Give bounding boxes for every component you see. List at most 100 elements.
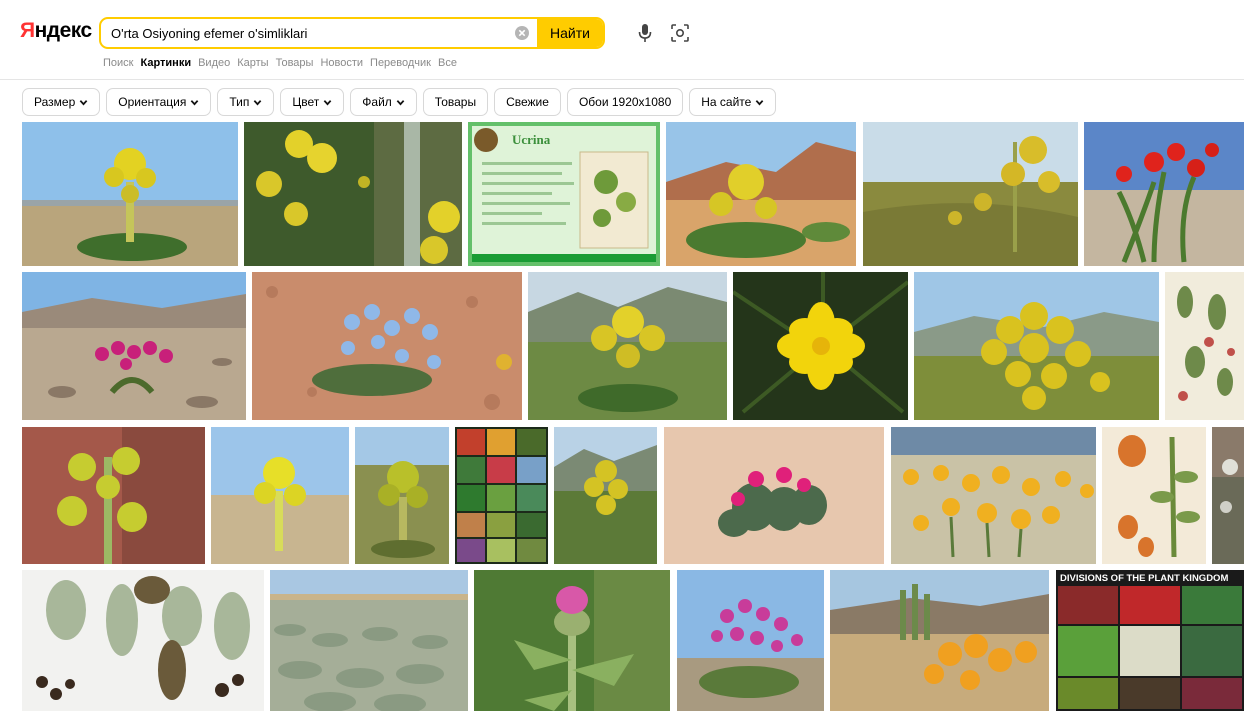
desert-ferula-image — [666, 122, 856, 266]
desert-poppies-image — [830, 570, 1049, 711]
image-thumbnail[interactable] — [863, 122, 1078, 266]
filter-label: Свежие — [506, 95, 549, 109]
filter-button-1[interactable]: Ориентация — [106, 88, 212, 116]
image-thumbnail[interactable]: DIVISIONS OF THE PLANT KINGDOM — [1056, 570, 1244, 711]
yandex-images-page: Яндекс Найти ПоискКарти — [0, 0, 1244, 711]
header: Яндекс Найти ПоискКарти — [0, 0, 1244, 80]
plant-collage-image — [455, 427, 548, 564]
image-thumbnail[interactable] — [252, 272, 522, 420]
filter-button-0[interactable]: Размер — [22, 88, 101, 116]
chevron-down-icon — [323, 99, 332, 105]
voice-search-button[interactable] — [634, 22, 656, 44]
filter-label: Ориентация — [118, 95, 187, 109]
nav-item-7[interactable]: Все — [438, 57, 457, 69]
mountain-meadow-image — [554, 427, 657, 564]
filter-button-7[interactable]: Обои 1920x1080 — [566, 88, 684, 116]
microphone-icon — [638, 24, 652, 42]
plant-kingdom-poster-image: DIVISIONS OF THE PLANT KINGDOM — [1056, 570, 1244, 711]
image-thumbnail[interactable] — [528, 272, 727, 420]
image-thumbnail[interactable] — [22, 272, 246, 420]
yandex-logo[interactable]: Яндекс — [20, 19, 92, 43]
image-thumbnail[interactable] — [1102, 427, 1206, 564]
image-thumbnail[interactable] — [914, 272, 1159, 420]
filter-bar: Размер Ориентация Тип Цвет Файл Товары Свежие О… — [22, 88, 777, 116]
pink-flowers-bush-image — [677, 570, 824, 711]
image-search-button[interactable] — [669, 22, 691, 44]
image-thumbnail[interactable] — [22, 570, 264, 711]
filter-button-2[interactable]: Тип — [217, 88, 275, 116]
image-thumbnail[interactable] — [355, 427, 449, 564]
nav-item-1[interactable]: Картинки — [140, 57, 191, 69]
image-thumbnail[interactable] — [1165, 272, 1244, 420]
yellow-umbels-image — [244, 122, 462, 266]
image-thumbnail[interactable] — [1084, 122, 1244, 266]
image-thumbnail[interactable] — [1212, 427, 1244, 564]
red-tulips-image — [1084, 122, 1244, 266]
magenta-desert-flowers-image — [22, 272, 246, 420]
image-thumbnail[interactable] — [22, 122, 238, 266]
image-thumbnail[interactable] — [22, 427, 205, 564]
filter-label: Обои 1920x1080 — [578, 95, 672, 109]
chevron-down-icon — [191, 99, 199, 105]
find-button[interactable]: Найти — [537, 19, 603, 47]
nav-item-5[interactable]: Новости — [320, 57, 363, 69]
filter-label: На сайте — [701, 95, 752, 109]
nav-item-4[interactable]: Товары — [276, 57, 314, 69]
chevron-down-icon — [79, 99, 88, 105]
yellow-adonis-image — [733, 272, 908, 420]
filter-label: Цвет — [292, 95, 320, 109]
filter-button-4[interactable]: Файл — [350, 88, 417, 116]
filter-button-3[interactable]: Цвет — [280, 88, 345, 116]
image-thumbnail[interactable] — [664, 427, 884, 564]
image-thumbnail[interactable] — [455, 427, 548, 564]
image-thumbnail[interactable] — [677, 570, 824, 711]
filter-button-5[interactable]: Товары — [422, 88, 489, 116]
dried-herbs-image — [22, 570, 264, 711]
chevron-down-icon — [756, 99, 764, 105]
filter-label: Тип — [229, 95, 250, 109]
blue-flowers-image — [252, 272, 522, 420]
clear-search-button[interactable] — [507, 19, 537, 47]
search-input[interactable] — [101, 19, 507, 47]
botanical-plate-image — [1165, 272, 1244, 420]
thistle-image — [474, 570, 670, 711]
yellow-tulips-field-image — [891, 427, 1096, 564]
nav-item-6[interactable]: Переводчик — [370, 57, 431, 69]
image-thumbnail[interactable] — [554, 427, 657, 564]
steppe-ferula-image — [211, 427, 349, 564]
camera-scan-icon — [671, 24, 689, 42]
search-nav: Поиск Картинки Видео Карты Товары Новости Пере… — [103, 57, 457, 69]
image-thumbnail[interactable] — [474, 570, 670, 711]
image-thumbnail[interactable] — [211, 427, 349, 564]
sagebrush-field-image — [270, 570, 468, 711]
nav-item-2[interactable]: Видео — [198, 57, 230, 69]
image-thumbnail[interactable] — [666, 122, 856, 266]
image-thumbnail[interactable] — [733, 272, 908, 420]
hillside-ferula-image — [914, 272, 1159, 420]
image-thumbnail[interactable] — [244, 122, 462, 266]
image-thumbnail[interactable]: Ucrina — [468, 122, 660, 266]
mountain-ferula-image — [528, 272, 727, 420]
filter-button-8[interactable]: На сайте — [689, 88, 777, 116]
search-box: Найти — [99, 17, 605, 49]
ferula-field-image — [355, 427, 449, 564]
chevron-down-icon — [254, 99, 262, 105]
filter-label: Размер — [34, 95, 76, 109]
tulip-illustration-image — [1102, 427, 1206, 564]
ferula-closeup-image — [22, 427, 205, 564]
flowering-steppe-image — [863, 122, 1078, 266]
filter-label: Товары — [434, 95, 477, 109]
clear-icon — [515, 26, 529, 40]
ferula-plant-image — [22, 122, 238, 266]
botanical-slide-image: Ucrina — [468, 122, 660, 266]
svg-text:Ucrina: Ucrina — [512, 132, 551, 147]
nav-item-0[interactable]: Поиск — [103, 57, 133, 69]
chevron-down-icon — [396, 99, 405, 105]
filter-button-6[interactable]: Свежие — [494, 88, 561, 116]
cactus-flowers-image — [664, 427, 884, 564]
image-thumbnail[interactable] — [830, 570, 1049, 711]
image-thumbnail[interactable] — [270, 570, 468, 711]
cropped-plant-image — [1212, 427, 1244, 564]
image-thumbnail[interactable] — [891, 427, 1096, 564]
nav-item-3[interactable]: Карты — [237, 57, 268, 69]
